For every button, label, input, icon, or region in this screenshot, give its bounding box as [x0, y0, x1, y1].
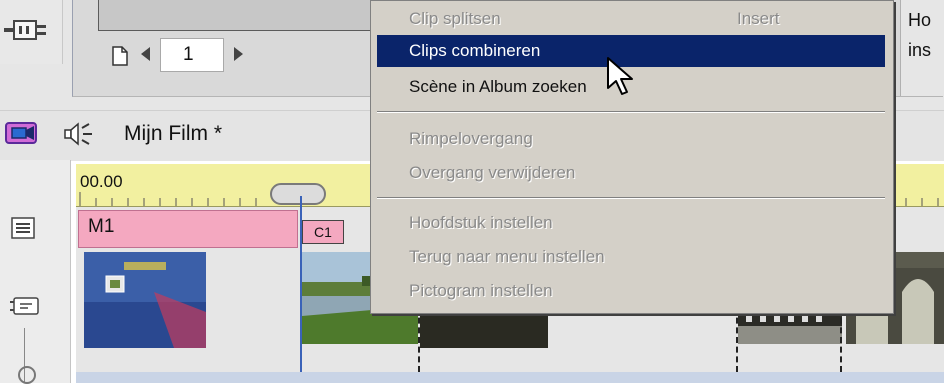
menu-item-hoofdstuk-instellen[interactable]: Hoofdstuk instellen [409, 213, 553, 233]
chapter-track-icon[interactable] [8, 292, 42, 320]
camera-timeline-icon[interactable] [4, 120, 38, 146]
chapter-marker[interactable]: C1 [302, 220, 344, 244]
menu-item-label: Clips combineren [409, 41, 541, 60]
menu-item-scene-in-album-zoeken[interactable]: Scène in Album zoeken [409, 77, 587, 97]
right-info-text-1: Ho [908, 10, 932, 30]
context-menu: Clip splitsen Insert Clips combineren Sc… [370, 0, 894, 314]
previous-arrow-icon[interactable] [141, 47, 150, 61]
playhead-scrubber[interactable] [270, 183, 326, 205]
menu-item-terug-naar-menu-instellen[interactable]: Terug naar menu instellen [409, 247, 605, 267]
menu-item-clip-splitsen[interactable]: Clip splitsen [409, 9, 501, 29]
next-arrow-icon[interactable] [234, 47, 243, 61]
track-lock-button[interactable] [18, 366, 36, 384]
menu-separator [377, 197, 885, 199]
menu-track-label: M1 [88, 216, 115, 237]
track-header-rail [0, 160, 71, 383]
plug-icon [4, 20, 46, 40]
plug-button[interactable] [0, 0, 63, 64]
menu-separator [377, 111, 885, 113]
movie-title: Mijn Film * [124, 122, 222, 145]
menu-item-rimpelovergang[interactable]: Rimpelovergang [409, 129, 533, 149]
speaker-icon[interactable] [62, 120, 96, 148]
playhead-line [300, 196, 302, 383]
list-icon[interactable] [10, 216, 36, 240]
menu-item-pictogram-instellen[interactable]: Pictogram instellen [409, 281, 553, 301]
mouse-cursor-icon [607, 57, 633, 95]
preview-screen [98, 0, 400, 31]
menu-clip-thumbnail[interactable] [84, 252, 206, 348]
audio-track-strip [76, 372, 944, 383]
ruler-time-label: 00.00 [80, 172, 123, 191]
page-icon [112, 46, 128, 66]
right-info-text-2: ins [908, 40, 932, 60]
menu-item-overgang-verwijderen[interactable]: Overgang verwijderen [409, 163, 575, 183]
menu-item-clip-splitsen-shortcut: Insert [737, 9, 780, 28]
page-number-field[interactable]: 1 [160, 38, 224, 72]
